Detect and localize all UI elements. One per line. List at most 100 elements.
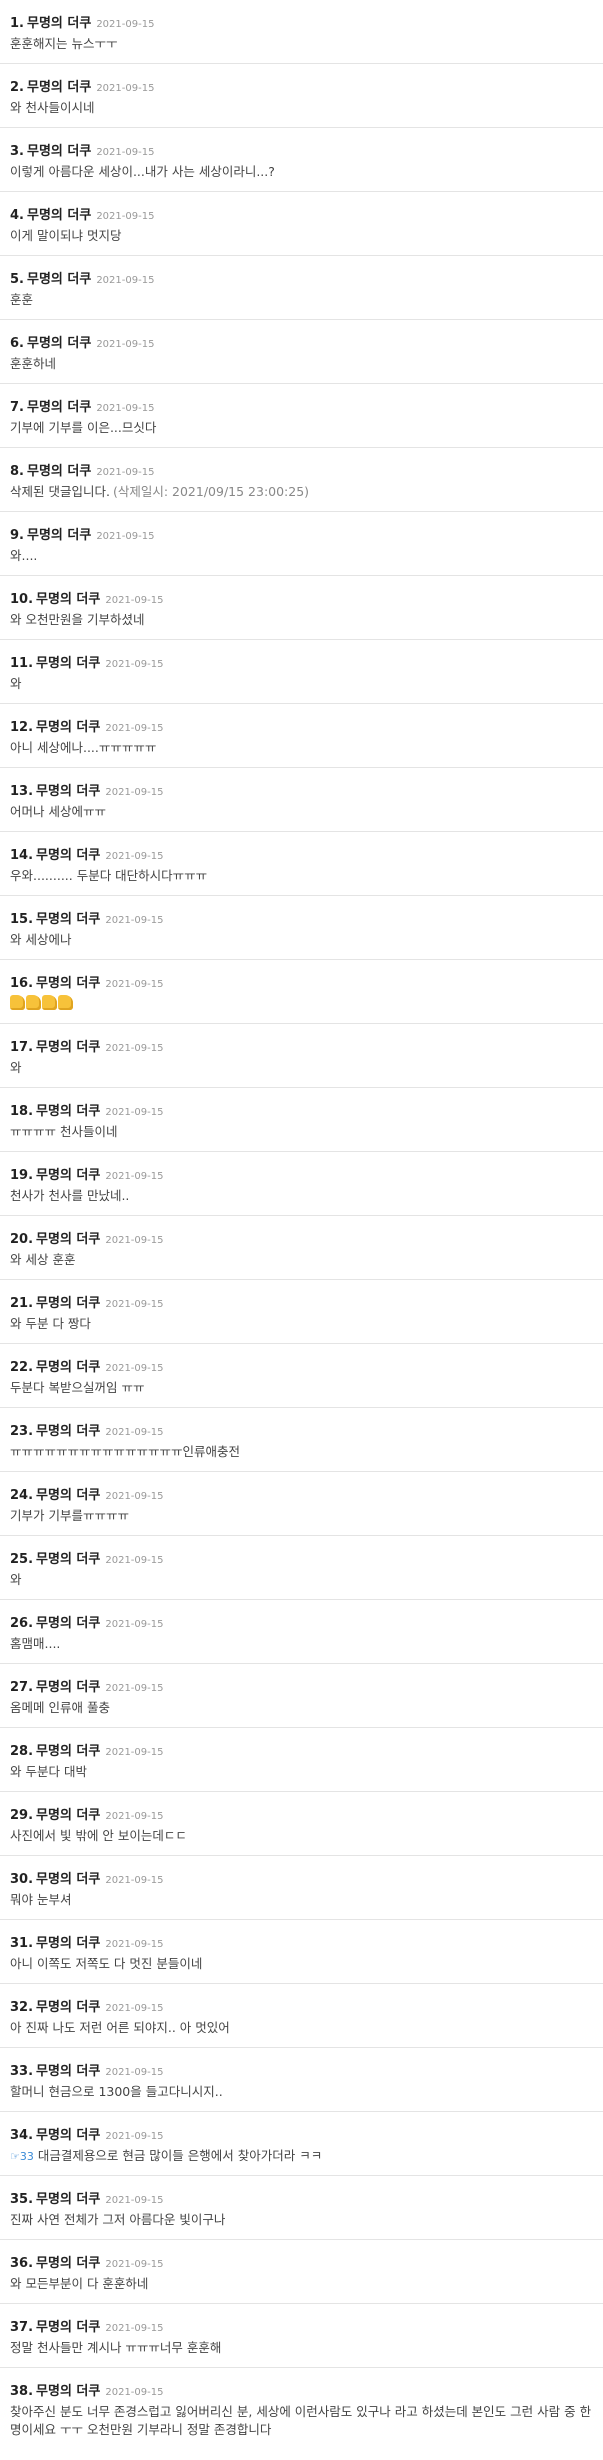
comment-author[interactable]: 무명의 더쿠	[36, 1232, 100, 1247]
comment-body: 우와.......... 두분다 대단하시다ㅠㅠㅠ	[10, 867, 593, 885]
comment-author[interactable]: 무명의 더쿠	[36, 2320, 100, 2335]
comment-author[interactable]: 무명의 더쿠	[36, 720, 100, 735]
comment-author[interactable]: 무명의 더쿠	[27, 16, 91, 31]
comment-text: 와 오천만원을 기부하셨네	[10, 612, 145, 627]
comment-author[interactable]: 무명의 더쿠	[27, 272, 91, 287]
comment-header: 15. 무명의 더쿠 2021-09-15	[10, 908, 593, 928]
comment-number: 18.	[10, 1104, 34, 1119]
comment-author[interactable]: 무명의 더쿠	[36, 2256, 100, 2271]
comment-text: 이렇게 아름다운 세상이...내가 사는 세상이라니...?	[10, 164, 275, 179]
comment-author[interactable]: 무명의 더쿠	[36, 976, 100, 991]
comment-item: 35. 무명의 더쿠 2021-09-15 진짜 사연 전체가 그저 아름다운 빛이구…	[0, 2176, 603, 2240]
comment-date: 2021-09-15	[105, 851, 164, 862]
comment-author[interactable]: 무명의 더쿠	[36, 1104, 100, 1119]
comment-body: 와 천사들이시네	[10, 99, 593, 117]
comment-header: 26. 무명의 더쿠 2021-09-15	[10, 1612, 593, 1632]
comment-number: 26.	[10, 1616, 34, 1631]
comment-author[interactable]: 무명의 더쿠	[36, 1552, 100, 1567]
comment-author[interactable]: 무명의 더쿠	[36, 2000, 100, 2015]
comment-header: 13. 무명의 더쿠 2021-09-15	[10, 780, 593, 800]
comment-number: 15.	[10, 912, 34, 927]
comment-author[interactable]: 무명의 더쿠	[36, 2128, 100, 2143]
deleted-timestamp: (삭제일시: 2021/09/15 23:00:25)	[112, 484, 310, 499]
comment-author[interactable]: 무명의 더쿠	[27, 80, 91, 95]
comment-header: 1. 무명의 더쿠 2021-09-15	[10, 12, 593, 32]
comment-author[interactable]: 무명의 더쿠	[36, 1296, 100, 1311]
comment-author[interactable]: 무명의 더쿠	[36, 1424, 100, 1439]
comment-author[interactable]: 무명의 더쿠	[36, 2192, 100, 2207]
comment-author[interactable]: 무명의 더쿠	[36, 1616, 100, 1631]
comment-author[interactable]: 무명의 더쿠	[36, 1936, 100, 1951]
comment-header: 11. 무명의 더쿠 2021-09-15	[10, 652, 593, 672]
comment-author[interactable]: 무명의 더쿠	[27, 464, 91, 479]
comment-author[interactable]: 무명의 더쿠	[36, 1744, 100, 1759]
comment-item: 30. 무명의 더쿠 2021-09-15 뭐야 눈부셔	[0, 1856, 603, 1920]
comment-author[interactable]: 무명의 더쿠	[36, 1360, 100, 1375]
comment-number: 11.	[10, 656, 34, 671]
comment-text: 와 세상 훈훈	[10, 1252, 76, 1267]
reply-reference-link[interactable]: ☞33	[10, 2150, 34, 2163]
comment-item: 9. 무명의 더쿠 2021-09-15 와....	[0, 512, 603, 576]
comment-item: 8. 무명의 더쿠 2021-09-15 삭제된 댓글입니다. (삭제일시: 2021/…	[0, 448, 603, 512]
comment-number: 9.	[10, 528, 24, 543]
comment-author[interactable]: 무명의 더쿠	[36, 1872, 100, 1887]
comment-item: 5. 무명의 더쿠 2021-09-15 훈훈	[0, 256, 603, 320]
comment-item: 24. 무명의 더쿠 2021-09-15 기부가 기부를ㅠㅠㅠㅠ	[0, 1472, 603, 1536]
comment-number: 16.	[10, 976, 34, 991]
comment-body: 정말 천사들만 계시나 ㅠㅠㅠ너무 훈훈해	[10, 2339, 593, 2357]
comment-item: 36. 무명의 더쿠 2021-09-15 와 모든부분이 다 훈훈하네	[0, 2240, 603, 2304]
comment-date: 2021-09-15	[105, 2067, 164, 2078]
comment-author[interactable]: 무명의 더쿠	[36, 1168, 100, 1183]
comment-date: 2021-09-15	[105, 1043, 164, 1054]
comment-author[interactable]: 무명의 더쿠	[36, 2064, 100, 2079]
comment-author[interactable]: 무명의 더쿠	[36, 784, 100, 799]
comment-date: 2021-09-15	[105, 1171, 164, 1182]
comment-number: 13.	[10, 784, 34, 799]
comment-author[interactable]: 무명의 더쿠	[27, 528, 91, 543]
comment-body: 와 세상에나	[10, 931, 593, 949]
comment-item: 14. 무명의 더쿠 2021-09-15 우와.......... 두분다 대단하시…	[0, 832, 603, 896]
comment-number: 35.	[10, 2192, 34, 2207]
comment-body: 뭐야 눈부셔	[10, 1891, 593, 1909]
comment-author[interactable]: 무명의 더쿠	[27, 336, 91, 351]
comment-date: 2021-09-15	[105, 723, 164, 734]
comment-body: ㅠㅠㅠㅠㅠㅠㅠㅠㅠㅠㅠㅠㅠㅠㅠ인류애충전	[10, 1443, 593, 1461]
comment-body: 아니 세상에나....ㅠㅠㅠㅠㅠ	[10, 739, 593, 757]
comment-date: 2021-09-15	[96, 19, 155, 30]
comment-author[interactable]: 무명의 더쿠	[27, 208, 91, 223]
comment-list: 1. 무명의 더쿠 2021-09-15 훈훈해지는 뉴스ㅜㅜ 2. 무명의 더쿠 2021…	[0, 0, 603, 2446]
comment-date: 2021-09-15	[105, 1875, 164, 1886]
comment-date: 2021-09-15	[105, 915, 164, 926]
comment-number: 31.	[10, 1936, 34, 1951]
comment-author[interactable]: 무명의 더쿠	[36, 1808, 100, 1823]
comment-text: 우와.......... 두분다 대단하시다ㅠㅠㅠ	[10, 868, 208, 883]
comment-body: ㅠㅠㅠㅠ 천사들이네	[10, 1123, 593, 1141]
comment-author[interactable]: 무명의 더쿠	[27, 400, 91, 415]
comment-author[interactable]: 무명의 더쿠	[36, 592, 100, 607]
comment-author[interactable]: 무명의 더쿠	[36, 656, 100, 671]
comment-text: 와 두분 다 짱다	[10, 1316, 91, 1331]
comment-item: 4. 무명의 더쿠 2021-09-15 이게 말이되냐 멋지당	[0, 192, 603, 256]
comment-date: 2021-09-15	[105, 787, 164, 798]
comment-text: 와	[10, 1572, 22, 1587]
comment-author[interactable]: 무명의 더쿠	[36, 1040, 100, 1055]
comment-number: 27.	[10, 1680, 34, 1695]
comment-author[interactable]: 무명의 더쿠	[36, 1488, 100, 1503]
comment-author[interactable]: 무명의 더쿠	[36, 2384, 100, 2399]
comment-date: 2021-09-15	[96, 147, 155, 158]
comment-author[interactable]: 무명의 더쿠	[27, 144, 91, 159]
comment-body: 와	[10, 1571, 593, 1589]
comment-author[interactable]: 무명의 더쿠	[36, 1680, 100, 1695]
comment-date: 2021-09-15	[105, 1491, 164, 1502]
comment-author[interactable]: 무명의 더쿠	[36, 912, 100, 927]
thumbs-up-icon	[58, 995, 73, 1010]
comment-body: 어머나 세상에ㅠㅠ	[10, 803, 593, 821]
comment-author[interactable]: 무명의 더쿠	[36, 848, 100, 863]
comment-item: 21. 무명의 더쿠 2021-09-15 와 두분 다 짱다	[0, 1280, 603, 1344]
comment-header: 25. 무명의 더쿠 2021-09-15	[10, 1548, 593, 1568]
comment-date: 2021-09-15	[96, 211, 155, 222]
comment-body: 아니 이쪽도 저쪽도 다 멋진 분들이네	[10, 1955, 593, 1973]
comment-header: 38. 무명의 더쿠 2021-09-15	[10, 2380, 593, 2400]
comment-date: 2021-09-15	[105, 1555, 164, 1566]
comment-body: 진짜 사연 전체가 그저 아름다운 빛이구나	[10, 2211, 593, 2229]
